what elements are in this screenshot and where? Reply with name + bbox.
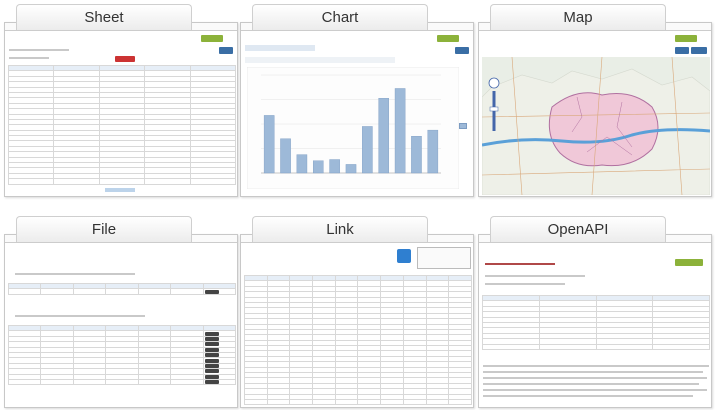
chart-view-tabs[interactable] — [245, 45, 315, 51]
download-button[interactable] — [204, 289, 219, 294]
map-screenshot — [478, 22, 712, 197]
download-button[interactable] — [204, 369, 219, 373]
map-blue-button[interactable] — [675, 47, 689, 54]
chart-bar[interactable] — [263, 115, 275, 174]
link-icon-tile[interactable] — [397, 249, 411, 263]
openapi-url-line — [485, 275, 585, 277]
openapi-url-line-2 — [485, 283, 565, 285]
link-table — [244, 274, 472, 406]
map-blue-button-2[interactable] — [691, 47, 707, 54]
chart-bar[interactable] — [329, 159, 340, 174]
chart-blue-button[interactable] — [455, 47, 469, 54]
download-button[interactable] — [204, 331, 219, 336]
sheet-table — [7, 64, 237, 185]
tab-map[interactable]: Map — [490, 4, 666, 30]
download-button[interactable] — [204, 364, 219, 368]
openapi-screenshot — [478, 234, 712, 408]
chart-options-row — [245, 57, 395, 63]
openapi-green-button[interactable] — [675, 259, 703, 266]
openapi-sample-output — [483, 363, 709, 403]
sheet-blue-button[interactable] — [219, 47, 233, 54]
chart-green-button[interactable] — [437, 35, 459, 42]
sheet-screenshot — [4, 22, 238, 197]
download-button[interactable] — [204, 348, 219, 352]
sheet-filter-row-2 — [9, 57, 49, 59]
chart-bar[interactable] — [312, 160, 324, 174]
chart-legend — [459, 123, 467, 129]
download-button[interactable] — [204, 342, 219, 346]
chart-screenshot — [240, 22, 474, 197]
chart-bar[interactable] — [345, 164, 357, 174]
download-button[interactable] — [204, 358, 219, 363]
download-button[interactable] — [204, 337, 219, 341]
map-view[interactable] — [482, 57, 710, 195]
link-selector-box[interactable] — [417, 247, 471, 269]
download-button[interactable] — [204, 375, 219, 379]
download-button[interactable] — [204, 380, 219, 384]
file-table-2 — [7, 324, 237, 386]
chart-bar[interactable] — [427, 129, 439, 174]
tab-sheet[interactable]: Sheet — [16, 4, 192, 30]
file-description-line-2 — [15, 315, 145, 317]
openapi-title-line — [485, 263, 555, 265]
table-row — [7, 378, 237, 386]
file-description-line — [15, 273, 135, 275]
table-row — [482, 343, 710, 350]
chart-bar[interactable] — [296, 154, 308, 174]
tab-link[interactable]: Link — [252, 216, 428, 242]
sheet-green-button[interactable] — [201, 35, 223, 42]
map-panel: Map — [478, 4, 712, 198]
seoul-region — [548, 92, 659, 167]
file-panel: File — [4, 216, 238, 410]
table-row — [244, 398, 472, 406]
sheet-red-button[interactable] — [115, 56, 135, 62]
link-panel: Link — [240, 216, 474, 410]
table-row — [7, 178, 237, 185]
link-screenshot — [240, 234, 474, 408]
openapi-param-table — [482, 294, 710, 350]
chart-bar[interactable] — [378, 98, 389, 174]
chart-bar[interactable] — [362, 126, 373, 174]
tab-openapi[interactable]: OpenAPI — [490, 216, 666, 242]
chart-panel: Chart — [240, 4, 474, 198]
chart-bar[interactable] — [280, 138, 291, 174]
chart-bar[interactable] — [411, 136, 422, 174]
file-screenshot — [4, 234, 238, 408]
tab-file[interactable]: File — [16, 216, 192, 242]
sheet-pager[interactable] — [105, 188, 135, 192]
file-table-1 — [7, 282, 237, 295]
map-green-button[interactable] — [675, 35, 697, 42]
sheet-panel: Sheet — [4, 4, 238, 198]
download-button[interactable] — [204, 353, 219, 357]
bar-chart — [247, 67, 459, 189]
openapi-panel: OpenAPI — [478, 216, 712, 410]
tab-chart[interactable]: Chart — [252, 4, 428, 30]
table-row — [7, 288, 237, 295]
sheet-filter-row — [9, 49, 69, 51]
chart-bar[interactable] — [394, 88, 406, 174]
